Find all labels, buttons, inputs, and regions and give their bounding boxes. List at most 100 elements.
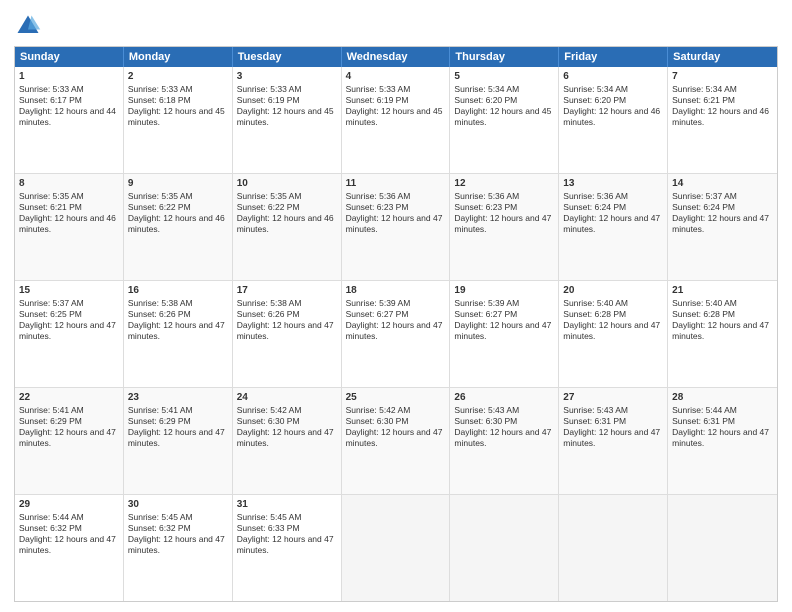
day-number: 30 bbox=[128, 498, 228, 511]
calendar-cell: 6Sunrise: 5:34 AMSunset: 6:20 PMDaylight… bbox=[559, 67, 668, 173]
day-number: 8 bbox=[19, 177, 119, 190]
calendar-row: 1Sunrise: 5:33 AMSunset: 6:17 PMDaylight… bbox=[15, 67, 777, 174]
day-info: Sunrise: 5:33 AMSunset: 6:19 PMDaylight:… bbox=[346, 84, 443, 127]
day-info: Sunrise: 5:39 AMSunset: 6:27 PMDaylight:… bbox=[454, 298, 551, 341]
day-number: 28 bbox=[672, 391, 773, 404]
calendar-cell bbox=[342, 495, 451, 601]
calendar-row: 15Sunrise: 5:37 AMSunset: 6:25 PMDayligh… bbox=[15, 281, 777, 388]
calendar-cell: 29Sunrise: 5:44 AMSunset: 6:32 PMDayligh… bbox=[15, 495, 124, 601]
calendar-body: 1Sunrise: 5:33 AMSunset: 6:17 PMDaylight… bbox=[15, 67, 777, 601]
calendar-cell: 26Sunrise: 5:43 AMSunset: 6:30 PMDayligh… bbox=[450, 388, 559, 494]
calendar-cell: 30Sunrise: 5:45 AMSunset: 6:32 PMDayligh… bbox=[124, 495, 233, 601]
day-number: 13 bbox=[563, 177, 663, 190]
day-number: 24 bbox=[237, 391, 337, 404]
calendar-cell: 17Sunrise: 5:38 AMSunset: 6:26 PMDayligh… bbox=[233, 281, 342, 387]
day-number: 19 bbox=[454, 284, 554, 297]
day-number: 7 bbox=[672, 70, 773, 83]
calendar-header: SundayMondayTuesdayWednesdayThursdayFrid… bbox=[15, 47, 777, 67]
calendar-cell: 22Sunrise: 5:41 AMSunset: 6:29 PMDayligh… bbox=[15, 388, 124, 494]
header bbox=[14, 12, 778, 40]
day-number: 9 bbox=[128, 177, 228, 190]
day-info: Sunrise: 5:35 AMSunset: 6:21 PMDaylight:… bbox=[19, 191, 116, 234]
calendar-header-cell: Monday bbox=[124, 47, 233, 67]
calendar-cell: 4Sunrise: 5:33 AMSunset: 6:19 PMDaylight… bbox=[342, 67, 451, 173]
calendar: SundayMondayTuesdayWednesdayThursdayFrid… bbox=[14, 46, 778, 602]
calendar-cell: 28Sunrise: 5:44 AMSunset: 6:31 PMDayligh… bbox=[668, 388, 777, 494]
calendar-cell: 2Sunrise: 5:33 AMSunset: 6:18 PMDaylight… bbox=[124, 67, 233, 173]
day-info: Sunrise: 5:35 AMSunset: 6:22 PMDaylight:… bbox=[237, 191, 334, 234]
day-number: 1 bbox=[19, 70, 119, 83]
day-info: Sunrise: 5:45 AMSunset: 6:33 PMDaylight:… bbox=[237, 512, 334, 555]
calendar-cell: 8Sunrise: 5:35 AMSunset: 6:21 PMDaylight… bbox=[15, 174, 124, 280]
day-number: 27 bbox=[563, 391, 663, 404]
calendar-header-cell: Thursday bbox=[450, 47, 559, 67]
calendar-cell: 25Sunrise: 5:42 AMSunset: 6:30 PMDayligh… bbox=[342, 388, 451, 494]
calendar-cell: 18Sunrise: 5:39 AMSunset: 6:27 PMDayligh… bbox=[342, 281, 451, 387]
calendar-cell: 5Sunrise: 5:34 AMSunset: 6:20 PMDaylight… bbox=[450, 67, 559, 173]
calendar-header-cell: Tuesday bbox=[233, 47, 342, 67]
day-info: Sunrise: 5:37 AMSunset: 6:25 PMDaylight:… bbox=[19, 298, 116, 341]
day-info: Sunrise: 5:35 AMSunset: 6:22 PMDaylight:… bbox=[128, 191, 225, 234]
day-number: 14 bbox=[672, 177, 773, 190]
calendar-cell: 23Sunrise: 5:41 AMSunset: 6:29 PMDayligh… bbox=[124, 388, 233, 494]
calendar-row: 8Sunrise: 5:35 AMSunset: 6:21 PMDaylight… bbox=[15, 174, 777, 281]
day-info: Sunrise: 5:39 AMSunset: 6:27 PMDaylight:… bbox=[346, 298, 443, 341]
logo bbox=[14, 12, 44, 40]
day-info: Sunrise: 5:33 AMSunset: 6:18 PMDaylight:… bbox=[128, 84, 225, 127]
day-info: Sunrise: 5:36 AMSunset: 6:24 PMDaylight:… bbox=[563, 191, 660, 234]
day-number: 15 bbox=[19, 284, 119, 297]
day-number: 25 bbox=[346, 391, 446, 404]
day-info: Sunrise: 5:33 AMSunset: 6:19 PMDaylight:… bbox=[237, 84, 334, 127]
calendar-cell: 15Sunrise: 5:37 AMSunset: 6:25 PMDayligh… bbox=[15, 281, 124, 387]
calendar-header-cell: Friday bbox=[559, 47, 668, 67]
day-number: 4 bbox=[346, 70, 446, 83]
day-info: Sunrise: 5:41 AMSunset: 6:29 PMDaylight:… bbox=[19, 405, 116, 448]
calendar-row: 22Sunrise: 5:41 AMSunset: 6:29 PMDayligh… bbox=[15, 388, 777, 495]
calendar-cell: 12Sunrise: 5:36 AMSunset: 6:23 PMDayligh… bbox=[450, 174, 559, 280]
day-number: 20 bbox=[563, 284, 663, 297]
day-info: Sunrise: 5:40 AMSunset: 6:28 PMDaylight:… bbox=[563, 298, 660, 341]
calendar-cell: 10Sunrise: 5:35 AMSunset: 6:22 PMDayligh… bbox=[233, 174, 342, 280]
day-number: 6 bbox=[563, 70, 663, 83]
day-info: Sunrise: 5:43 AMSunset: 6:30 PMDaylight:… bbox=[454, 405, 551, 448]
calendar-header-cell: Saturday bbox=[668, 47, 777, 67]
day-info: Sunrise: 5:36 AMSunset: 6:23 PMDaylight:… bbox=[346, 191, 443, 234]
calendar-cell: 14Sunrise: 5:37 AMSunset: 6:24 PMDayligh… bbox=[668, 174, 777, 280]
logo-icon bbox=[14, 12, 42, 40]
calendar-cell: 3Sunrise: 5:33 AMSunset: 6:19 PMDaylight… bbox=[233, 67, 342, 173]
calendar-cell: 27Sunrise: 5:43 AMSunset: 6:31 PMDayligh… bbox=[559, 388, 668, 494]
day-number: 22 bbox=[19, 391, 119, 404]
calendar-cell: 19Sunrise: 5:39 AMSunset: 6:27 PMDayligh… bbox=[450, 281, 559, 387]
day-number: 26 bbox=[454, 391, 554, 404]
day-info: Sunrise: 5:38 AMSunset: 6:26 PMDaylight:… bbox=[128, 298, 225, 341]
day-number: 12 bbox=[454, 177, 554, 190]
day-info: Sunrise: 5:41 AMSunset: 6:29 PMDaylight:… bbox=[128, 405, 225, 448]
day-info: Sunrise: 5:34 AMSunset: 6:21 PMDaylight:… bbox=[672, 84, 769, 127]
calendar-cell: 11Sunrise: 5:36 AMSunset: 6:23 PMDayligh… bbox=[342, 174, 451, 280]
calendar-cell: 24Sunrise: 5:42 AMSunset: 6:30 PMDayligh… bbox=[233, 388, 342, 494]
day-number: 16 bbox=[128, 284, 228, 297]
calendar-cell bbox=[450, 495, 559, 601]
day-info: Sunrise: 5:42 AMSunset: 6:30 PMDaylight:… bbox=[346, 405, 443, 448]
day-info: Sunrise: 5:42 AMSunset: 6:30 PMDaylight:… bbox=[237, 405, 334, 448]
day-info: Sunrise: 5:43 AMSunset: 6:31 PMDaylight:… bbox=[563, 405, 660, 448]
day-info: Sunrise: 5:44 AMSunset: 6:31 PMDaylight:… bbox=[672, 405, 769, 448]
calendar-cell: 16Sunrise: 5:38 AMSunset: 6:26 PMDayligh… bbox=[124, 281, 233, 387]
day-number: 21 bbox=[672, 284, 773, 297]
day-info: Sunrise: 5:34 AMSunset: 6:20 PMDaylight:… bbox=[454, 84, 551, 127]
calendar-cell bbox=[668, 495, 777, 601]
calendar-header-cell: Wednesday bbox=[342, 47, 451, 67]
day-number: 31 bbox=[237, 498, 337, 511]
day-number: 23 bbox=[128, 391, 228, 404]
day-number: 3 bbox=[237, 70, 337, 83]
day-info: Sunrise: 5:44 AMSunset: 6:32 PMDaylight:… bbox=[19, 512, 116, 555]
day-number: 29 bbox=[19, 498, 119, 511]
day-info: Sunrise: 5:34 AMSunset: 6:20 PMDaylight:… bbox=[563, 84, 660, 127]
calendar-cell: 1Sunrise: 5:33 AMSunset: 6:17 PMDaylight… bbox=[15, 67, 124, 173]
day-number: 11 bbox=[346, 177, 446, 190]
day-info: Sunrise: 5:37 AMSunset: 6:24 PMDaylight:… bbox=[672, 191, 769, 234]
day-number: 5 bbox=[454, 70, 554, 83]
day-info: Sunrise: 5:36 AMSunset: 6:23 PMDaylight:… bbox=[454, 191, 551, 234]
calendar-cell: 31Sunrise: 5:45 AMSunset: 6:33 PMDayligh… bbox=[233, 495, 342, 601]
day-number: 2 bbox=[128, 70, 228, 83]
